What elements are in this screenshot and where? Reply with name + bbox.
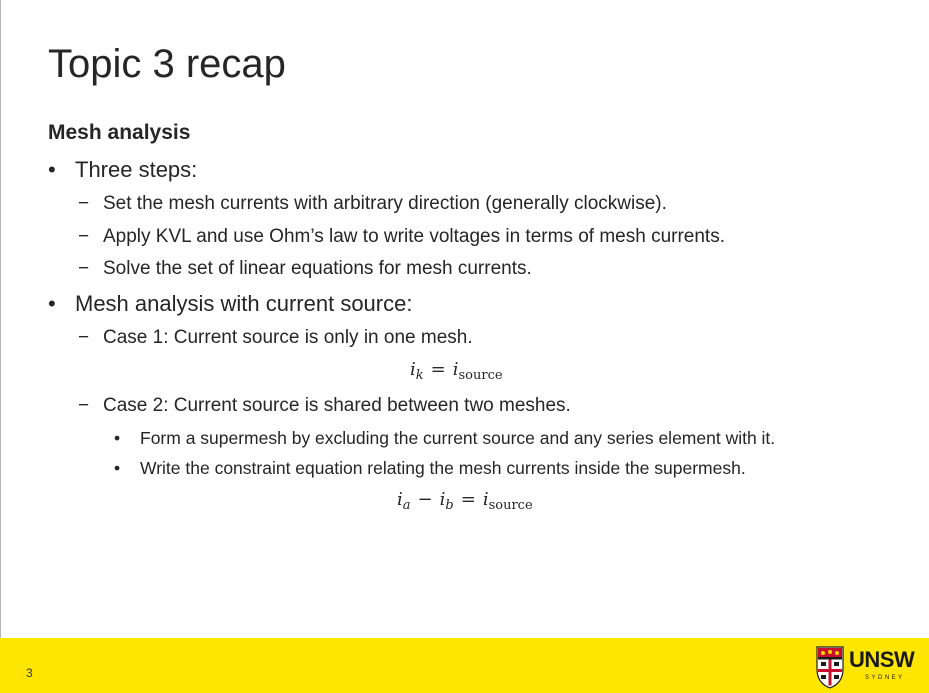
logo-subtitle: SYDNEY [865,675,905,681]
case-text: Case 2: Current source is shared between… [103,395,571,416]
dash-marker: − [78,327,90,348]
bullet-marker: • [48,291,56,316]
dash-marker: − [78,226,90,247]
logo-wordmark: UNSW [849,647,915,672]
footer-bar [0,638,929,693]
page-number: 3 [26,666,33,680]
case-text: Case 1: Current source is only in one me… [103,327,473,348]
crest-icon [816,646,844,689]
dash-marker: − [78,395,90,416]
step-text: Set the mesh currents with arbitrary dir… [103,193,667,214]
bullet-marker: • [48,157,56,182]
unsw-logo: UNSW SYDNEY [815,645,915,690]
bullet-text: Three steps: [75,157,198,182]
equation-case1: ik = isource [410,359,503,383]
slide-left-border [0,0,1,693]
sub-bullet-text: Write the constraint equation relating t… [140,458,746,478]
dash-marker: − [78,193,90,214]
dash-marker: − [78,258,90,279]
sub-bullet-text: Form a supermesh by excluding the curren… [140,428,776,448]
step-text: Apply KVL and use Ohm’s law to write vol… [103,226,725,247]
bullet-marker: • [114,458,121,478]
bullet-marker: • [114,428,121,448]
bullet-text: Mesh analysis with current source: [75,291,413,316]
section-heading: Mesh analysis [48,121,191,144]
slide-title: Topic 3 recap [48,42,286,86]
equation-supermesh: ia − ib = isource [397,489,533,513]
step-text: Solve the set of linear equations for me… [103,258,532,279]
